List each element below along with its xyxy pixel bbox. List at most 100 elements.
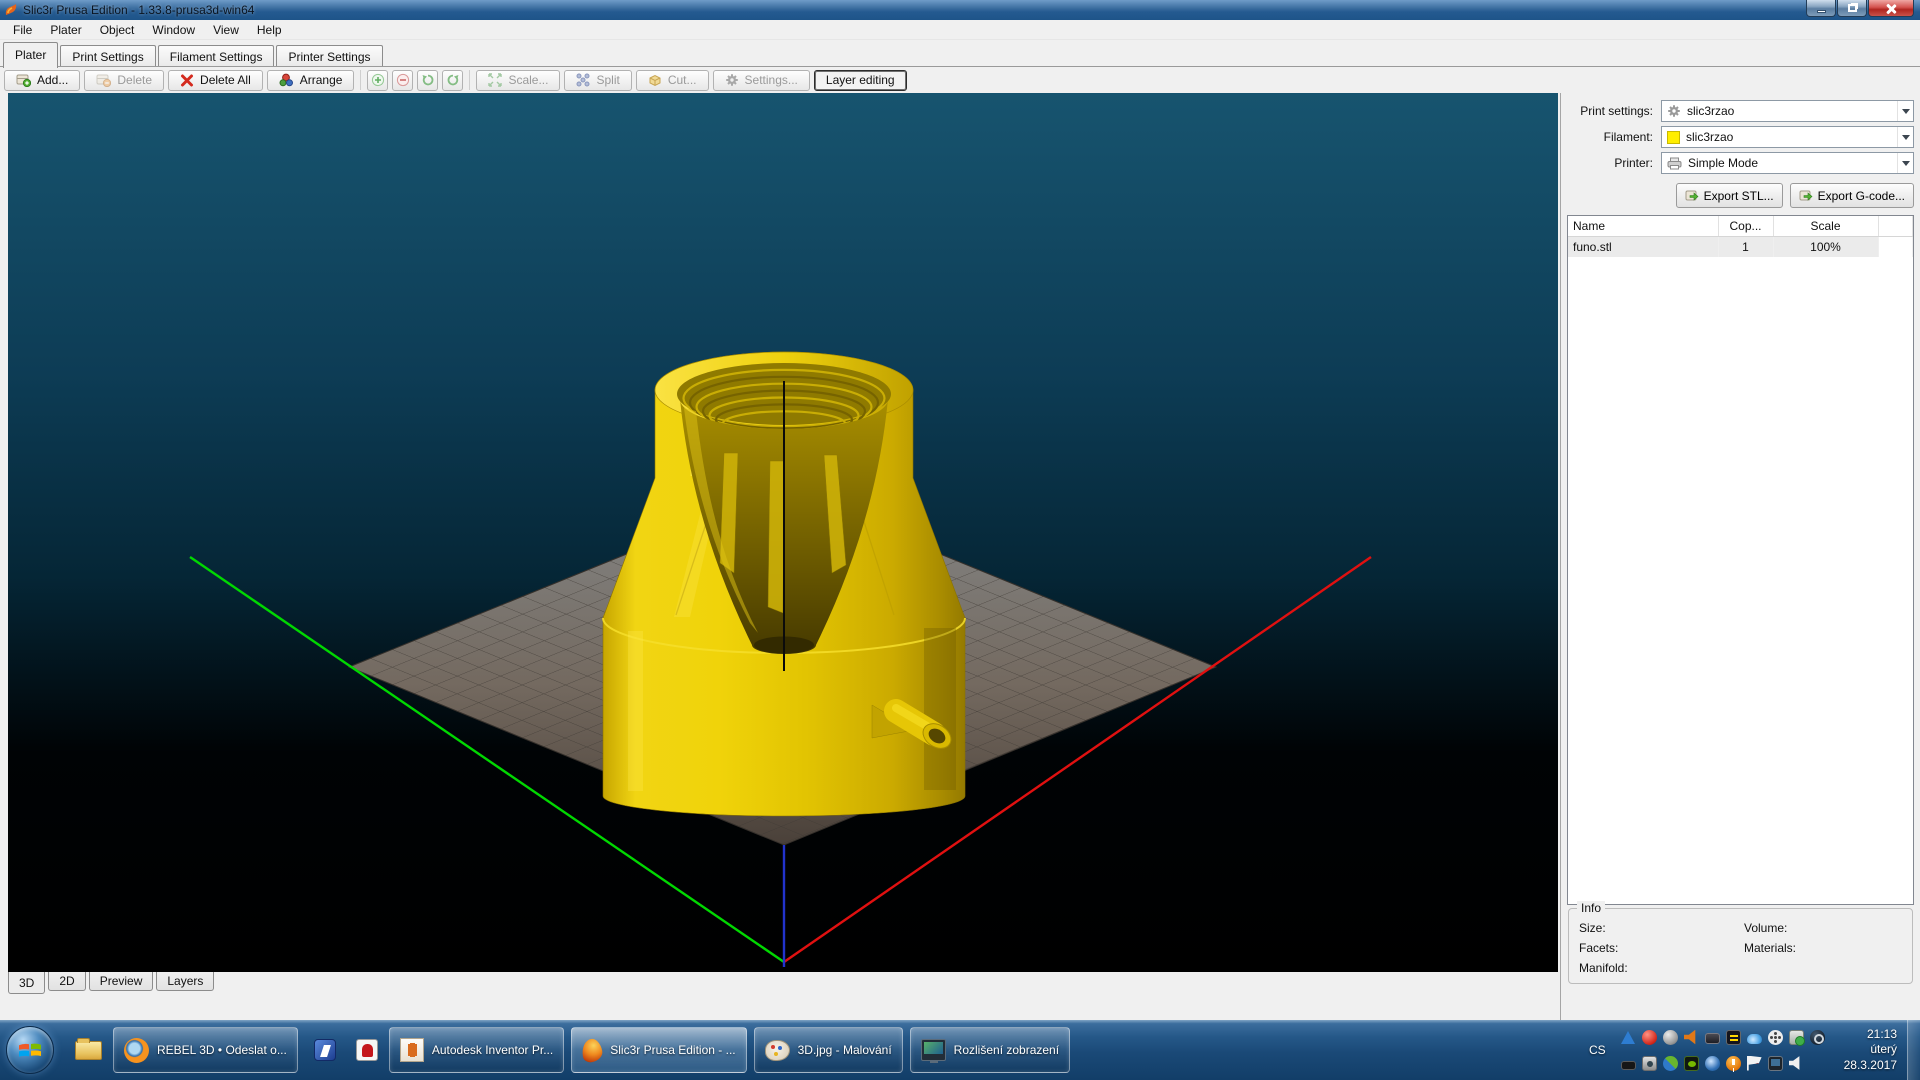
tab-plater[interactable]: Plater	[3, 42, 58, 68]
split-label: Split	[596, 73, 619, 87]
view-tab-3d[interactable]: 3D	[8, 972, 45, 994]
restore-icon	[1848, 4, 1857, 12]
viewport-3d[interactable]	[8, 93, 1558, 972]
tray-icon-autodesk[interactable]	[1621, 1031, 1635, 1044]
show-desktop-button[interactable]	[1907, 1020, 1920, 1080]
clock-day: úterý	[1844, 1042, 1897, 1058]
export-stl-button[interactable]: Export STL...	[1676, 183, 1783, 208]
view-tab-2d[interactable]: 2D	[48, 972, 85, 991]
filament-select[interactable]: slic3rzao	[1661, 126, 1914, 148]
taskbar-paint[interactable]: 3D.jpg - Malování	[754, 1027, 903, 1073]
language-indicator[interactable]: CS	[1589, 1043, 1606, 1057]
arrange-button[interactable]: Arrange	[267, 70, 355, 91]
arrange-label: Arrange	[300, 73, 343, 87]
object-name: funo.stl	[1568, 237, 1718, 258]
delete-all-button[interactable]: Delete All	[168, 70, 263, 91]
scale-button[interactable]: Scale...	[476, 70, 560, 91]
tray-icon-windows-update[interactable]	[1663, 1056, 1678, 1071]
print-settings-select[interactable]: slic3rzao	[1661, 100, 1914, 122]
taskbar-slic3r[interactable]: Slic3r Prusa Edition - ...	[571, 1027, 746, 1073]
menu-view[interactable]: View	[204, 21, 248, 39]
add-button[interactable]: Add...	[4, 70, 80, 91]
gear-icon	[725, 73, 739, 87]
tray-icon-gray-sphere[interactable]	[1663, 1030, 1678, 1045]
delete-button[interactable]: Delete	[84, 70, 164, 91]
decrease-copies-button[interactable]	[392, 70, 413, 91]
rotate-cw-button[interactable]	[442, 70, 463, 91]
column-scale[interactable]: Scale	[1773, 216, 1878, 237]
export-icon	[1685, 189, 1700, 203]
clock[interactable]: 21:13 úterý 28.3.2017	[1844, 1027, 1897, 1074]
tray-icon-network-globe[interactable]	[1705, 1056, 1720, 1071]
tray-icon-alert[interactable]	[1726, 1056, 1741, 1071]
menu-plater[interactable]: Plater	[41, 21, 90, 39]
model-base-highlight	[628, 631, 643, 791]
view-tab-preview[interactable]: Preview	[89, 972, 154, 991]
printer-icon	[1667, 157, 1682, 170]
view-tab-layers[interactable]: Layers	[156, 972, 214, 991]
tray-icon-keyboard[interactable]	[1621, 1061, 1636, 1070]
menu-file[interactable]: File	[4, 21, 41, 39]
tray-icon-monitor[interactable]	[1705, 1033, 1720, 1044]
minus-circle-icon	[396, 73, 410, 87]
rotate-cw-icon	[446, 73, 460, 87]
taskbar-explorer-icon[interactable]	[66, 1027, 111, 1073]
close-icon	[1886, 3, 1896, 13]
close-button[interactable]	[1868, 0, 1914, 17]
taskbar-display-settings[interactable]: Rozlišení zobrazení	[910, 1027, 1070, 1073]
object-settings-button[interactable]: Settings...	[713, 70, 810, 91]
export-gcode-button[interactable]: Export G-code...	[1790, 183, 1914, 208]
tray-icon-network[interactable]	[1768, 1056, 1783, 1071]
tray-icon-action-center[interactable]	[1747, 1056, 1762, 1071]
settings-tabs: Plater Print Settings Filament Settings …	[0, 40, 1920, 67]
toolbar-separator	[469, 70, 470, 90]
tab-print-settings[interactable]: Print Settings	[60, 45, 155, 67]
dropdown-arrow-icon[interactable]	[1897, 153, 1913, 173]
minimize-button[interactable]	[1806, 0, 1836, 17]
tray-icon-media-reel[interactable]	[1768, 1030, 1783, 1045]
restore-button[interactable]	[1837, 0, 1867, 17]
menu-object[interactable]: Object	[91, 21, 144, 39]
split-button[interactable]: Split	[564, 70, 631, 91]
taskbar-firefox-rebel[interactable]: REBEL 3D • Odeslat o...	[113, 1027, 298, 1073]
layer-editing-button[interactable]: Layer editing	[814, 70, 907, 91]
cut-button[interactable]: Cut...	[636, 70, 709, 91]
slic3r-app-icon	[4, 3, 18, 17]
column-copies[interactable]: Cop...	[1718, 216, 1773, 237]
layer-editing-label: Layer editing	[826, 73, 895, 87]
taskbar-kmplayer[interactable]	[305, 1027, 345, 1073]
paint-icon	[765, 1040, 790, 1061]
column-name[interactable]: Name	[1568, 216, 1718, 237]
tray-icon-steam[interactable]	[1810, 1030, 1825, 1045]
tab-filament-settings[interactable]: Filament Settings	[158, 45, 275, 67]
tray-icon-speaker-orange[interactable]	[1684, 1030, 1699, 1045]
gear-icon	[1667, 104, 1681, 118]
increase-copies-button[interactable]	[367, 70, 388, 91]
title-bar[interactable]: Slic3r Prusa Edition - 1.33.8-prusa3d-wi…	[0, 0, 1920, 20]
taskbar-inventor[interactable]: Autodesk Inventor Pr...	[389, 1027, 564, 1073]
tray-icons	[1618, 1024, 1828, 1076]
tray-icon-red-sphere[interactable]	[1642, 1030, 1657, 1045]
taskbar-paint-label: 3D.jpg - Malování	[798, 1043, 892, 1057]
tray-icon-volume[interactable]	[1789, 1056, 1804, 1071]
menu-help[interactable]: Help	[248, 21, 291, 39]
tab-printer-settings[interactable]: Printer Settings	[276, 45, 382, 67]
object-row-funo[interactable]: funo.stl 1 100%	[1568, 237, 1913, 258]
delete-all-label: Delete All	[200, 73, 251, 87]
tray-icon-usb-remove[interactable]	[1789, 1030, 1804, 1045]
tray-icon-cloud[interactable]	[1747, 1034, 1762, 1044]
start-button[interactable]	[6, 1026, 54, 1074]
tray-icon-fps-monitor[interactable]	[1726, 1030, 1741, 1045]
window-controls	[1805, 0, 1914, 17]
taskbar-r-app[interactable]	[347, 1027, 387, 1073]
folder-icon	[75, 1041, 102, 1060]
tray-icon-camera[interactable]	[1642, 1056, 1657, 1071]
filament-label: Filament:	[1561, 130, 1661, 144]
dropdown-arrow-icon[interactable]	[1897, 101, 1913, 121]
info-materials-label: Materials:	[1744, 941, 1912, 955]
printer-select[interactable]: Simple Mode	[1661, 152, 1914, 174]
dropdown-arrow-icon[interactable]	[1897, 127, 1913, 147]
rotate-ccw-button[interactable]	[417, 70, 438, 91]
tray-icon-nvidia[interactable]	[1684, 1056, 1699, 1071]
menu-window[interactable]: Window	[143, 21, 204, 39]
